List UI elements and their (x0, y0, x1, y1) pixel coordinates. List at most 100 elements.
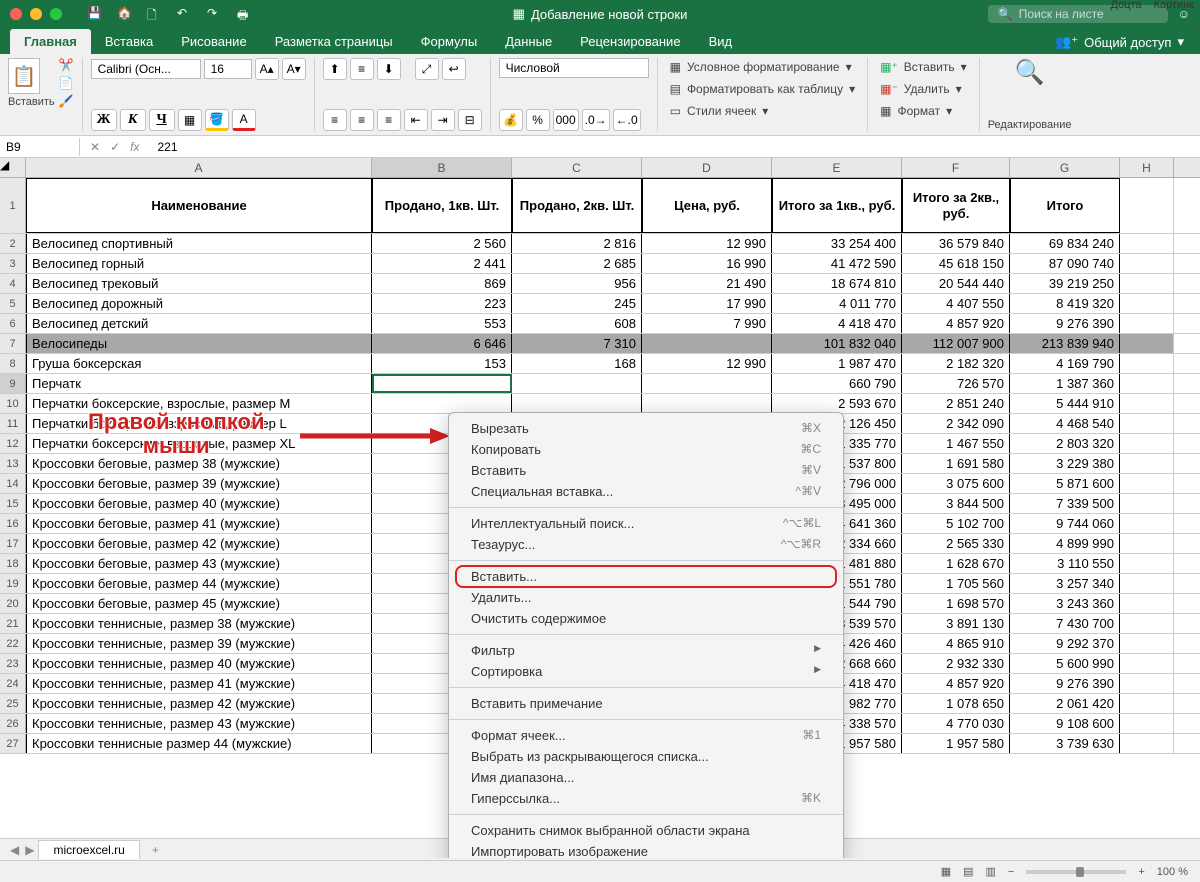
cell[interactable] (1120, 354, 1174, 373)
cell[interactable]: Велосипед детский (26, 314, 372, 333)
font-color-button[interactable]: A (232, 109, 256, 131)
cell[interactable]: 18 674 810 (772, 274, 902, 293)
cell[interactable]: 660 790 (772, 374, 902, 393)
tab-insert[interactable]: Вставка (91, 29, 167, 54)
cell[interactable]: 33 254 400 (772, 234, 902, 253)
cell[interactable]: 1 387 360 (1010, 374, 1120, 393)
format-painter-icon[interactable]: 🖌️ (59, 94, 74, 108)
cell[interactable]: 4 899 990 (1010, 534, 1120, 553)
find-icon[interactable]: 🔍 (1015, 58, 1045, 87)
cell[interactable]: Кроссовки беговые, размер 40 (мужские) (26, 494, 372, 513)
cell[interactable]: 2 851 240 (902, 394, 1010, 413)
cell[interactable]: 41 472 590 (772, 254, 902, 273)
decrease-font-icon[interactable]: A▾ (282, 58, 306, 80)
cell[interactable]: Велосипеды (26, 334, 372, 353)
cell[interactable]: Кроссовки теннисные, размер 39 (мужские) (26, 634, 372, 653)
cell[interactable] (1120, 434, 1174, 453)
cell[interactable]: Кроссовки теннисные, размер 41 (мужские) (26, 674, 372, 693)
cell[interactable]: 223 (372, 294, 512, 313)
cell[interactable]: 2 560 (372, 234, 512, 253)
close-icon[interactable] (10, 8, 22, 20)
cell[interactable]: 168 (512, 354, 642, 373)
cell[interactable] (1120, 414, 1174, 433)
table-row[interactable]: 5Велосипед дорожный22324517 9904 011 770… (0, 294, 1200, 314)
cell[interactable]: 9 276 390 (1010, 674, 1120, 693)
cell[interactable]: 1 957 580 (902, 734, 1010, 753)
name-box[interactable]: B9 (0, 138, 80, 156)
bold-button[interactable]: Ж (91, 109, 117, 131)
cell[interactable] (1120, 714, 1174, 733)
table-header[interactable]: Продано, 2кв. Шт. (512, 178, 642, 233)
cell[interactable]: 3 891 130 (902, 614, 1010, 633)
home-icon[interactable]: 🏠 (117, 6, 133, 22)
font-select[interactable]: Calibri (Осн... (91, 59, 201, 79)
menu-item[interactable]: Импортировать изображение (449, 841, 843, 858)
undo-icon[interactable]: ↶ (177, 6, 193, 22)
cell[interactable]: 5 102 700 (902, 514, 1010, 533)
cell[interactable]: 2 182 320 (902, 354, 1010, 373)
menu-item[interactable]: Вырезать⌘X (449, 418, 843, 439)
row-header[interactable]: 14 (0, 474, 26, 493)
cell[interactable]: 17 990 (642, 294, 772, 313)
align-right-icon[interactable]: ≡ (377, 109, 401, 131)
col-header[interactable]: C (512, 158, 642, 177)
table-header[interactable]: Наименование (26, 178, 372, 233)
tab-view[interactable]: Вид (695, 29, 747, 54)
menu-item[interactable]: Копировать⌘C (449, 439, 843, 460)
row-header[interactable]: 2 (0, 234, 26, 253)
table-header[interactable]: Итого за 1кв., руб. (772, 178, 902, 233)
underline-button[interactable]: Ч (149, 109, 175, 131)
cell[interactable]: Велосипед трековый (26, 274, 372, 293)
cell[interactable] (1120, 394, 1174, 413)
align-middle-icon[interactable]: ≡ (350, 58, 374, 80)
menu-item[interactable]: Выбрать из раскрывающегося списка... (449, 746, 843, 767)
cell[interactable]: 7 310 (512, 334, 642, 353)
tab-layout[interactable]: Разметка страницы (261, 29, 407, 54)
cell[interactable]: 2 803 320 (1010, 434, 1120, 453)
cell[interactable]: 7 990 (642, 314, 772, 333)
cell[interactable]: 1 078 650 (902, 694, 1010, 713)
cell[interactable] (642, 394, 772, 413)
menu-item[interactable]: Имя диапазона... (449, 767, 843, 788)
cell[interactable]: 869 (372, 274, 512, 293)
cell[interactable]: 112 007 900 (902, 334, 1010, 353)
print-icon[interactable]: 🖶 (237, 6, 253, 22)
zoom-slider[interactable] (1026, 870, 1126, 874)
cell[interactable]: 9 744 060 (1010, 514, 1120, 533)
percent-icon[interactable]: % (526, 109, 550, 131)
cell[interactable]: 9 108 600 (1010, 714, 1120, 733)
row-header[interactable]: 21 (0, 614, 26, 633)
cell[interactable]: 726 570 (902, 374, 1010, 393)
cell[interactable]: 2 932 330 (902, 654, 1010, 673)
cell[interactable]: Кроссовки беговые, размер 39 (мужские) (26, 474, 372, 493)
paste-icon[interactable]: 📋 (8, 58, 40, 94)
increase-font-icon[interactable]: A▴ (255, 58, 279, 80)
indent-increase-icon[interactable]: ⇥ (431, 109, 455, 131)
row-header[interactable]: 7 (0, 334, 26, 353)
number-format-select[interactable]: Числовой (499, 58, 649, 78)
table-header[interactable]: Итого (1010, 178, 1120, 233)
cell[interactable] (1120, 474, 1174, 493)
indent-decrease-icon[interactable]: ⇤ (404, 109, 428, 131)
row-header[interactable]: 26 (0, 714, 26, 733)
merge-icon[interactable]: ⊟ (458, 109, 482, 131)
col-header[interactable]: G (1010, 158, 1120, 177)
col-header[interactable]: F (902, 158, 1010, 177)
cell[interactable]: 7 339 500 (1010, 494, 1120, 513)
col-header[interactable]: D (642, 158, 772, 177)
comma-icon[interactable]: 000 (553, 109, 579, 131)
zoom-level[interactable]: 100 % (1157, 866, 1188, 878)
menu-item[interactable]: Очистить содержимое (449, 608, 843, 629)
row-header[interactable]: 13 (0, 454, 26, 473)
cell[interactable]: 9 292 370 (1010, 634, 1120, 653)
cell[interactable]: 2 342 090 (902, 414, 1010, 433)
align-top-icon[interactable]: ⬆ (323, 58, 347, 80)
cell[interactable]: 9 276 390 (1010, 314, 1120, 333)
cell[interactable]: 3 844 500 (902, 494, 1010, 513)
cell[interactable] (1120, 734, 1174, 753)
cell[interactable]: Кроссовки беговые, размер 41 (мужские) (26, 514, 372, 533)
cell[interactable]: 4 011 770 (772, 294, 902, 313)
row-header[interactable]: 11 (0, 414, 26, 433)
new-icon[interactable]: 🗋 (147, 6, 163, 22)
delete-cells-button[interactable]: ▦⁻Удалить ▾ (876, 80, 971, 98)
